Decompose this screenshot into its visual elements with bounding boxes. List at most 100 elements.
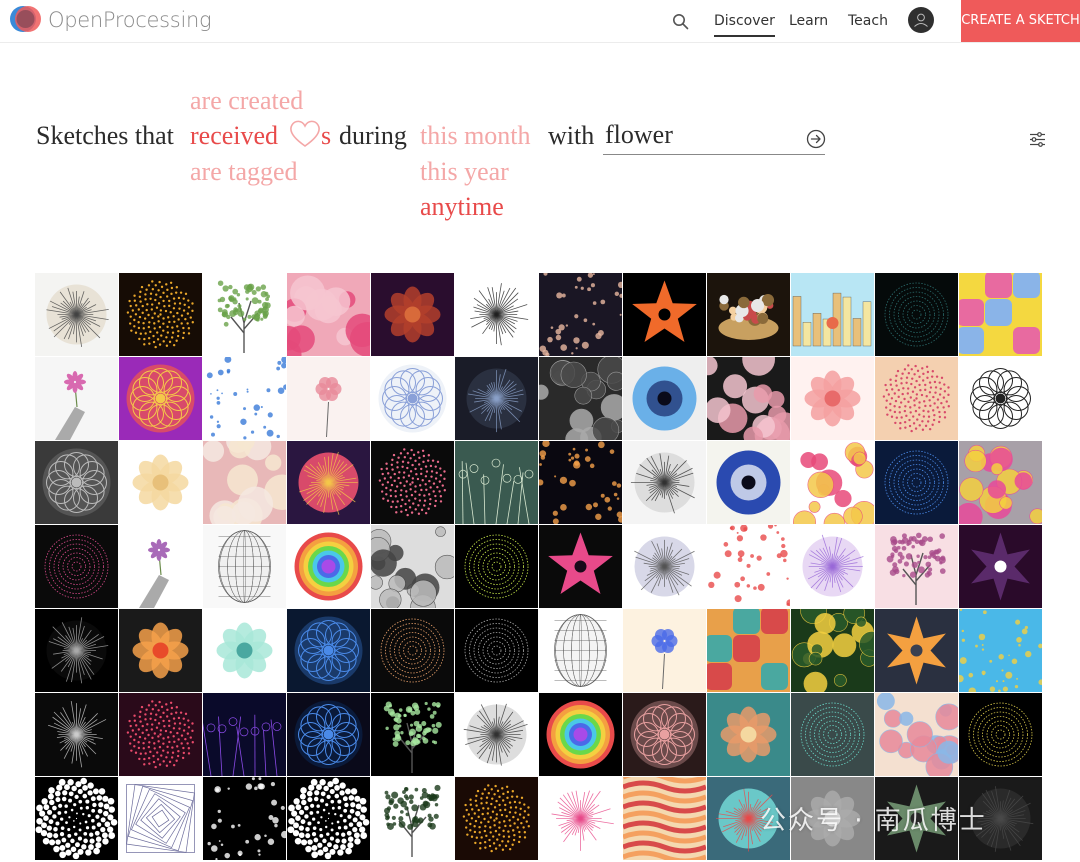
time-option-anytime[interactable]: anytime bbox=[420, 192, 504, 222]
sketch-thumbnail[interactable] bbox=[959, 273, 1042, 356]
sketch-thumbnail[interactable] bbox=[875, 525, 958, 608]
sketch-thumbnail[interactable] bbox=[287, 441, 370, 524]
sketch-thumbnail[interactable] bbox=[959, 609, 1042, 692]
sketch-thumbnail[interactable] bbox=[791, 525, 874, 608]
nav-discover[interactable]: Discover bbox=[714, 13, 775, 37]
sketch-thumbnail[interactable] bbox=[875, 273, 958, 356]
create-sketch-button[interactable]: CREATE A SKETCH bbox=[961, 0, 1080, 42]
sketch-thumbnail[interactable] bbox=[287, 525, 370, 608]
sketch-thumbnail[interactable] bbox=[539, 693, 622, 776]
sketch-thumbnail[interactable] bbox=[203, 777, 286, 860]
sketch-thumbnail[interactable] bbox=[623, 609, 706, 692]
sketch-thumbnail[interactable] bbox=[371, 609, 454, 692]
sketch-thumbnail[interactable] bbox=[539, 525, 622, 608]
site-name[interactable]: OpenProcessing bbox=[48, 8, 212, 32]
sketch-thumbnail[interactable] bbox=[539, 441, 622, 524]
sketch-thumbnail[interactable] bbox=[35, 777, 118, 860]
sketch-thumbnail[interactable] bbox=[539, 609, 622, 692]
sketch-thumbnail[interactable] bbox=[119, 693, 202, 776]
nav-teach[interactable]: Teach bbox=[848, 13, 888, 29]
sketch-thumbnail[interactable] bbox=[119, 357, 202, 440]
action-option-received[interactable]: received bbox=[190, 121, 278, 151]
sketch-thumbnail[interactable] bbox=[455, 525, 538, 608]
sketch-thumbnail[interactable] bbox=[707, 525, 790, 608]
arrow-right-circle-icon[interactable] bbox=[806, 129, 826, 149]
sketch-thumbnail-image bbox=[287, 273, 370, 356]
sketch-thumbnail[interactable] bbox=[791, 609, 874, 692]
time-option-this-month[interactable]: this month bbox=[420, 121, 531, 151]
sketch-thumbnail[interactable] bbox=[203, 441, 286, 524]
sketch-thumbnail[interactable] bbox=[203, 693, 286, 776]
tag-search-input[interactable] bbox=[603, 118, 800, 152]
sketch-thumbnail[interactable] bbox=[623, 357, 706, 440]
user-avatar[interactable] bbox=[908, 7, 934, 33]
nav-learn[interactable]: Learn bbox=[789, 13, 828, 29]
sketch-thumbnail[interactable] bbox=[35, 441, 118, 524]
sketch-thumbnail[interactable] bbox=[539, 777, 622, 860]
sketch-thumbnail[interactable] bbox=[455, 693, 538, 776]
sketch-thumbnail[interactable] bbox=[875, 693, 958, 776]
sketch-thumbnail[interactable] bbox=[371, 273, 454, 356]
sketch-thumbnail[interactable] bbox=[959, 693, 1042, 776]
sketch-thumbnail[interactable] bbox=[119, 441, 202, 524]
sketch-thumbnail[interactable] bbox=[539, 357, 622, 440]
sketch-thumbnail[interactable] bbox=[119, 525, 202, 608]
sketch-thumbnail[interactable] bbox=[35, 525, 118, 608]
sketch-thumbnail[interactable] bbox=[623, 525, 706, 608]
sketch-thumbnail[interactable] bbox=[203, 273, 286, 356]
search-icon[interactable] bbox=[672, 13, 689, 30]
sketch-thumbnail[interactable] bbox=[35, 609, 118, 692]
sketch-thumbnail[interactable] bbox=[875, 441, 958, 524]
sketch-thumbnail[interactable] bbox=[875, 609, 958, 692]
sketch-thumbnail[interactable] bbox=[287, 357, 370, 440]
sketch-thumbnail[interactable] bbox=[959, 525, 1042, 608]
sketch-thumbnail[interactable] bbox=[707, 273, 790, 356]
sketch-thumbnail[interactable] bbox=[959, 357, 1042, 440]
sketch-thumbnail[interactable] bbox=[539, 273, 622, 356]
action-option-are-created[interactable]: are created bbox=[190, 86, 303, 116]
sketch-thumbnail[interactable] bbox=[35, 693, 118, 776]
sketch-thumbnail[interactable] bbox=[119, 273, 202, 356]
sketch-thumbnail[interactable] bbox=[287, 693, 370, 776]
sketch-thumbnail[interactable] bbox=[287, 777, 370, 860]
sketch-thumbnail[interactable] bbox=[875, 357, 958, 440]
sketch-thumbnail[interactable] bbox=[35, 273, 118, 356]
sketch-thumbnail[interactable] bbox=[959, 441, 1042, 524]
sketch-thumbnail[interactable] bbox=[791, 357, 874, 440]
sketch-thumbnail[interactable] bbox=[623, 273, 706, 356]
sketch-thumbnail[interactable] bbox=[455, 777, 538, 860]
sketch-thumbnail[interactable] bbox=[707, 441, 790, 524]
sketch-thumbnail[interactable] bbox=[455, 441, 538, 524]
sketch-thumbnail[interactable] bbox=[119, 777, 202, 860]
sketch-thumbnail[interactable] bbox=[455, 273, 538, 356]
heart-icon[interactable] bbox=[288, 118, 322, 148]
sketch-thumbnail[interactable] bbox=[707, 357, 790, 440]
sketch-thumbnail[interactable] bbox=[203, 525, 286, 608]
sketch-thumbnail[interactable] bbox=[623, 777, 706, 860]
sketch-thumbnail[interactable] bbox=[791, 273, 874, 356]
sketch-thumbnail[interactable] bbox=[35, 357, 118, 440]
sketch-thumbnail[interactable] bbox=[203, 357, 286, 440]
sketch-thumbnail-image bbox=[203, 441, 286, 524]
sketch-thumbnail[interactable] bbox=[119, 609, 202, 692]
action-option-are-tagged[interactable]: are tagged bbox=[190, 157, 298, 187]
sketch-thumbnail[interactable] bbox=[455, 357, 538, 440]
sketch-thumbnail[interactable] bbox=[371, 441, 454, 524]
sketch-thumbnail[interactable] bbox=[371, 777, 454, 860]
sliders-icon[interactable] bbox=[1029, 131, 1046, 148]
sketch-thumbnail[interactable] bbox=[791, 441, 874, 524]
sketch-thumbnail[interactable] bbox=[623, 693, 706, 776]
sketch-thumbnail[interactable] bbox=[287, 273, 370, 356]
time-option-this-year[interactable]: this year bbox=[420, 157, 509, 187]
openprocessing-logo-icon[interactable] bbox=[9, 4, 43, 34]
sketch-thumbnail[interactable] bbox=[203, 609, 286, 692]
sketch-thumbnail[interactable] bbox=[371, 357, 454, 440]
sketch-thumbnail[interactable] bbox=[371, 525, 454, 608]
sketch-thumbnail[interactable] bbox=[623, 441, 706, 524]
sketch-thumbnail[interactable] bbox=[287, 609, 370, 692]
sketch-thumbnail[interactable] bbox=[455, 609, 538, 692]
sketch-thumbnail[interactable] bbox=[791, 693, 874, 776]
sketch-thumbnail[interactable] bbox=[707, 609, 790, 692]
sketch-thumbnail[interactable] bbox=[371, 693, 454, 776]
sketch-thumbnail[interactable] bbox=[707, 693, 790, 776]
